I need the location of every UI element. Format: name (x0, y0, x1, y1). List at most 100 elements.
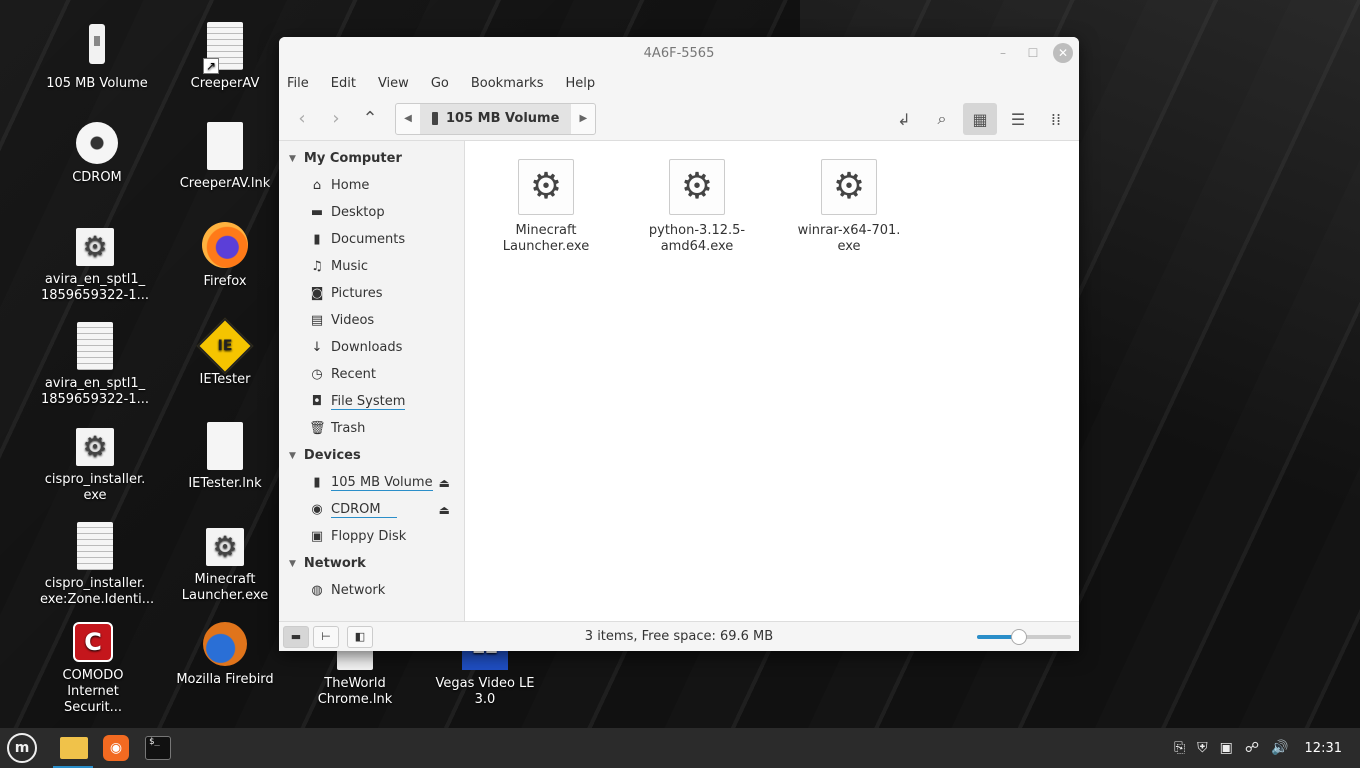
file-view[interactable]: ⚙ Minecraft Launcher.exe ⚙ python-3.12.5… (466, 141, 1079, 621)
shield-icon[interactable]: ⛨ (1197, 740, 1208, 756)
hide-sidebar-button[interactable]: ◧ (347, 625, 373, 648)
search-button[interactable]: ⌕ (925, 103, 959, 135)
folder-icon (60, 737, 88, 759)
forward-button[interactable]: › (319, 104, 353, 134)
back-button[interactable]: ‹ (285, 104, 319, 134)
sidebar-item-music[interactable]: ♫ Music (279, 253, 464, 280)
menu-help[interactable]: Help (565, 76, 595, 91)
titlebar[interactable]: 4A6F-5565 – ☐ ✕ (279, 37, 1079, 69)
sidebar-item-network[interactable]: ◍ Network (279, 577, 464, 604)
path-scroll-right-icon[interactable]: ▶ (571, 104, 595, 134)
network-icon[interactable]: ☍ (1245, 740, 1259, 756)
desktop-icon-cispro-exe[interactable]: ⚙ cispro_installer. exe (40, 422, 150, 504)
chevron-up-icon: ⌃ (362, 108, 378, 129)
taskbar: m ◉ $_ ⎘ ⛨ ▣ ☍ 🔊 12:31 (0, 728, 1360, 768)
show-places-button[interactable]: ▬ (283, 625, 309, 648)
desktop-icon-creeperav-lnk[interactable]: CreeperAV.lnk (170, 122, 280, 192)
firebird-icon (203, 622, 247, 666)
executable-gear-icon: ⚙ (518, 159, 574, 215)
text-document-icon (77, 522, 113, 570)
text-document-icon (77, 322, 113, 370)
zoom-slider-handle[interactable] (1011, 629, 1028, 645)
sidebar-item-floppy[interactable]: ▣ Floppy Disk (279, 523, 464, 550)
sidebar-item-file-system[interactable]: ◘ File System (279, 388, 464, 415)
toggle-location-button[interactable]: ↲ (887, 103, 921, 135)
pathbar: ◀ 105 MB Volume ▶ (395, 102, 597, 135)
file-item[interactable]: ⚙ winrar-x64-701. exe (789, 159, 909, 255)
sidebar-item-documents[interactable]: ▮ Documents (279, 226, 464, 253)
desktop-icon-avira-exe[interactable]: ⚙ avira_en_sptl1_ 1859659322-1... (40, 222, 150, 304)
show-tree-button[interactable]: ⊢ (313, 625, 339, 648)
compact-view-button[interactable]: ⁞⁞ (1039, 103, 1073, 135)
eject-icon[interactable]: ⏏ (439, 503, 450, 517)
compact-view-icon: ⁞⁞ (1050, 109, 1062, 129)
menu-edit[interactable]: Edit (331, 76, 356, 91)
sidebar-item-105mb-volume[interactable]: ▮ 105 MB Volume ⏏ (279, 469, 464, 496)
folder-icon: ▬ (290, 630, 302, 643)
sidebar-item-recent[interactable]: ◷ Recent (279, 361, 464, 388)
desktop-icon-cispro-zone[interactable]: cispro_installer. exe:Zone.Identi... (40, 522, 154, 608)
menu-bookmarks[interactable]: Bookmarks (471, 76, 544, 91)
location-entry-icon: ↲ (897, 109, 911, 129)
zoom-slider[interactable] (977, 629, 1071, 645)
desktop-icon-avira-doc[interactable]: avira_en_sptl1_ 1859659322-1... (40, 322, 150, 408)
desktop-icon-ietester[interactable]: IE IETester (170, 317, 280, 388)
icon-view-button[interactable]: ▦ (963, 103, 997, 135)
ietester-icon: IE (196, 317, 254, 375)
sidebar: ▼ My Computer ⌂ Home ▬ Desktop ▮ Documents ♫… (279, 141, 465, 621)
globe-icon: ◍ (311, 583, 323, 598)
desktop-icon-comodo[interactable]: C COMODO Internet Securit... (38, 622, 148, 716)
tree-icon: ⊢ (321, 630, 331, 643)
camera-icon: ◙ (310, 286, 324, 301)
taskbar-firefox[interactable]: ◉ (99, 731, 133, 765)
volume-icon[interactable]: 🔊 (1271, 740, 1288, 756)
desktop-icon-firebird[interactable]: Mozilla Firebird (170, 622, 280, 688)
comodo-icon: C (73, 622, 113, 662)
system-tray: ⎘ ⛨ ▣ ☍ 🔊 12:31 (1174, 728, 1360, 768)
taskbar-terminal[interactable]: $_ (141, 731, 175, 765)
sidebar-section-network[interactable]: ▼ Network (279, 550, 464, 577)
clock[interactable]: 12:31 (1305, 741, 1342, 756)
usb-drive-icon: ▮ (313, 475, 321, 490)
minimize-icon[interactable]: – (993, 43, 1013, 63)
film-icon: ▤ (310, 313, 324, 328)
expand-triangle-icon: ▼ (289, 558, 296, 569)
start-menu-button[interactable]: m (7, 733, 37, 763)
desktop-icon-creeperav[interactable]: CreeperAV (170, 22, 280, 92)
menubar: File Edit View Go Bookmarks Help (279, 69, 1079, 97)
menu-file[interactable]: File (287, 76, 309, 91)
desktop-icon-ietester-lnk[interactable]: IETester.lnk (170, 422, 280, 492)
sidebar-item-cdrom[interactable]: ◉ CDROM ⏏ (279, 496, 464, 523)
sidebar-item-trash[interactable]: 🗑 Trash (279, 415, 464, 442)
clipboard-icon[interactable]: ⎘ (1174, 740, 1185, 756)
path-crumb-current[interactable]: 105 MB Volume (420, 103, 572, 134)
sidebar-section-my-computer[interactable]: ▼ My Computer (279, 145, 464, 172)
file-item[interactable]: ⚙ Minecraft Launcher.exe (486, 159, 606, 255)
sidebar-item-downloads[interactable]: ↓ Downloads (279, 334, 464, 361)
list-view-button[interactable]: ☰ (1001, 103, 1035, 135)
close-icon[interactable]: ✕ (1053, 43, 1073, 63)
desktop-icon-105mb-volume[interactable]: 105 MB Volume (42, 22, 152, 92)
maximize-icon[interactable]: ☐ (1023, 43, 1043, 63)
up-button[interactable]: ⌃ (353, 104, 387, 134)
desktop-icon-firefox[interactable]: Firefox (170, 222, 280, 290)
taskbar-files[interactable] (53, 731, 93, 768)
menu-view[interactable]: View (378, 76, 409, 91)
sidebar-item-videos[interactable]: ▤ Videos (279, 307, 464, 334)
sidebar-item-home[interactable]: ⌂ Home (279, 172, 464, 199)
chevron-right-icon: › (332, 108, 340, 129)
expand-triangle-icon: ▼ (289, 450, 296, 461)
eject-icon[interactable]: ⏏ (439, 476, 450, 490)
download-arrow-icon: ↓ (311, 340, 323, 355)
menu-go[interactable]: Go (431, 76, 449, 91)
desktop-icon-cdrom[interactable]: CDROM (42, 122, 152, 186)
sidebar-item-desktop[interactable]: ▬ Desktop (279, 199, 464, 226)
sidebar-item-pictures[interactable]: ◙ Pictures (279, 280, 464, 307)
cdrom-icon: ◉ (311, 502, 323, 517)
file-item[interactable]: ⚙ python-3.12.5- amd64.exe (637, 159, 757, 255)
update-manager-icon[interactable]: ▣ (1220, 740, 1233, 756)
desktop-icon-minecraft[interactable]: ⚙ Minecraft Launcher.exe (170, 522, 280, 604)
file-icon (207, 122, 243, 170)
path-scroll-left-icon[interactable]: ◀ (396, 104, 420, 134)
sidebar-section-devices[interactable]: ▼ Devices (279, 442, 464, 469)
